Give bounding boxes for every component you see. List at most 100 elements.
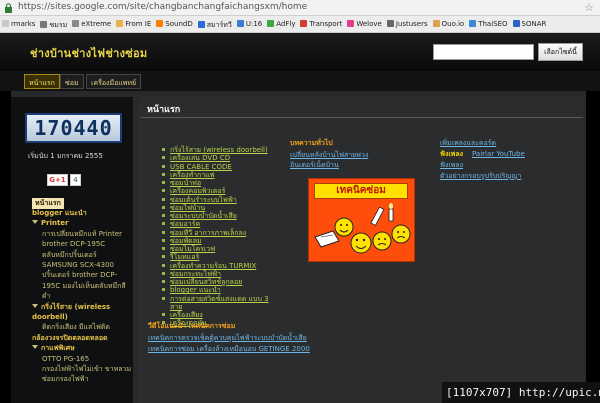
bookmark-item[interactable]: U:16 <box>235 16 265 32</box>
video-link[interactable]: เทคนิคการตรวจเช็คตู้ควบคุมไฟฟ้าระบบบำบัด… <box>148 334 307 342</box>
sidebar-item-label: OTTO PG-165 <box>42 354 90 363</box>
sidebar-item[interactable]: 195C มองไม่เห็นตลับหมึกสี <box>42 282 126 291</box>
bullet-icon <box>162 172 165 176</box>
main-link[interactable]: ซ่อมไฟบ้าน <box>162 204 205 212</box>
bookmark-item[interactable]: eXtreme <box>70 16 114 32</box>
sidebar-item[interactable]: กาแฟพิเศษ <box>32 344 75 353</box>
url-text[interactable]: https://sites.google.com/site/changbanch… <box>18 2 307 12</box>
sidebar-item[interactable]: การเปลี่ยนหมึกแท้ Printer <box>42 230 122 239</box>
sidebar-item[interactable]: ปริ้นเตอร์ brother DCP- <box>42 271 117 280</box>
main-link-label: ซ่อมกระทะไฟฟ้า <box>170 269 222 278</box>
main-link[interactable]: สาย <box>170 303 182 311</box>
sidebar-item[interactable]: doorbell) <box>32 313 68 322</box>
main-link[interactable]: การต่อสายสวิตช์แสงแดด แบบ 3 <box>162 295 269 303</box>
cartoon-faces-icon <box>314 203 411 254</box>
article-link[interactable]: เปลี่ยนหลังบ้านไฟสายพ่วง <box>290 151 368 159</box>
bookmark-item[interactable]: ThaiSEO <box>467 16 510 32</box>
main-link-label: ซ่อมเต้นรำระบบไฟฟ้า <box>170 195 237 204</box>
main-link[interactable]: เครื่องทำความร้อน TURMIX <box>162 262 256 270</box>
music-link[interactable]: เพิ่มเพลงและคอร์ด <box>440 139 496 147</box>
sidebar-item[interactable]: ซ่อมกรองไฟฟ้า <box>42 375 89 384</box>
main-link-label: ซ่อมอาร์ค <box>170 220 201 229</box>
main-link[interactable]: ซ่อมทีวี อาการภาพเล็กลง <box>162 229 246 237</box>
bookmark-item[interactable]: SONAR <box>511 16 550 32</box>
main-link[interactable]: blogger แนะนำ <box>162 286 221 294</box>
bookmark-item[interactable]: rmarks <box>0 16 38 32</box>
bookmark-item[interactable]: SoundD <box>154 16 195 32</box>
address-bar[interactable]: https://sites.google.com/site/changbanch… <box>0 0 600 16</box>
sidebar-item[interactable]: กล้องวงจรปิดตลอดหลอด <box>32 334 108 343</box>
main-link[interactable]: ซ่อมระบบบำบัดน้ำเสีย <box>162 212 237 220</box>
bookmark-favicon-icon <box>267 20 275 27</box>
music-link[interactable]: ฟังเพลง <box>440 161 463 169</box>
main-link[interactable]: ซ่อมไมโครเวฟ <box>162 245 215 253</box>
bookmark-label: สมาร์ทวี <box>206 21 232 29</box>
bullet-icon <box>162 238 165 242</box>
sidebar-item[interactable]: blogger แนะนำ <box>32 209 87 218</box>
bookmark-item[interactable]: Welove <box>345 16 385 32</box>
expand-arrow-icon[interactable] <box>32 220 38 225</box>
main-link[interactable]: USB CABLE CODE <box>162 163 232 171</box>
gplus-button[interactable]: G+1 <box>47 174 68 186</box>
bullet-icon <box>162 214 165 217</box>
bookmark-favicon-icon <box>40 21 48 28</box>
bullet-icon <box>162 197 165 201</box>
sidebar-item-label: กริ่งไร้สาย (wireless <box>41 302 111 311</box>
bookmark-favicon-icon <box>2 20 9 27</box>
main-link-label: ซ่อมพัดลม <box>170 236 202 245</box>
sidebar-item[interactable]: ตลับหมึกปริ้นเตอร์ <box>42 251 97 260</box>
main-link[interactable]: เครื่องคอมพิวเตอร์ <box>162 187 225 195</box>
sidebar-item[interactable]: ติดกริ่งเสียง มีแสไฟติด <box>42 323 110 332</box>
sidebar-item[interactable]: SAMSUNG SCX-4300 <box>42 261 114 270</box>
sidebar-item[interactable]: กริ่งไร้สาย (wireless <box>32 303 110 312</box>
site-search-button[interactable]: เลือกไซต์นี้ <box>538 43 583 61</box>
bookmark-item[interactable]: Transport <box>298 16 345 32</box>
main-link[interactable]: ซ่อมเปลี่ยนสวิทช์ลูกลอย <box>162 278 242 286</box>
bookmark-label: SoundD <box>165 20 193 28</box>
expand-arrow-icon[interactable] <box>32 345 38 350</box>
graduation-frame-link[interactable]: ตัวอย่างกรอบรูปรับปริญญา <box>440 172 521 180</box>
main-link-label: เครื่องทำความร้อน TURMIX <box>170 261 257 270</box>
bookmark-star-icon[interactable]: ☆ <box>584 1 594 14</box>
main-link[interactable]: เครื่องทำกาแฟ <box>162 171 215 179</box>
tab-repair[interactable]: ซ่อม <box>60 74 84 89</box>
main-link[interactable]: เครื่องเสียง <box>162 311 203 319</box>
expand-arrow-icon[interactable] <box>32 303 38 308</box>
bullet-icon <box>162 247 165 250</box>
sidebar-item[interactable]: ดำ <box>42 292 50 301</box>
site-header: ช่างบ้านช่างไฟช่างซ่อม เลือกไซต์นี้ <box>0 33 600 71</box>
youtube-link[interactable]: Pairlar YouTube <box>472 150 525 158</box>
site-title[interactable]: ช่างบ้านช่างไฟช่างซ่อม <box>30 44 147 62</box>
main-link[interactable]: รีโมทแอร์ <box>162 253 199 261</box>
page-title: หน้าแรก <box>147 105 181 115</box>
main-link[interactable]: ซ่อมพัดลม <box>162 237 202 245</box>
video-link[interactable]: เทคนิคการซ่อม เครื่องล้างเหมือนอบ GETING… <box>148 345 310 353</box>
sidebar-item[interactable]: กรองไฟฟ้าไฟไม่เข้า ขาหลวม <box>42 365 131 374</box>
site-search-input[interactable] <box>433 44 534 60</box>
sidebar-item[interactable]: หน้าแรก <box>32 198 64 209</box>
tab-medical-equipment[interactable]: เครื่องมือแพทย์ <box>86 74 142 89</box>
main-link[interactable]: ซ่อมอาร์ค <box>162 220 200 228</box>
main-link[interactable]: กริ่งไร้สาย (wireless doorbell) <box>162 146 268 154</box>
bookmark-item[interactable]: AdFly <box>265 16 298 32</box>
tab-home[interactable]: หน้าแรก <box>24 74 60 89</box>
bookmark-item[interactable]: From IE <box>114 16 154 32</box>
bookmark-label: ThaiSEO <box>478 20 508 28</box>
bookmark-label: Ouo.io <box>441 20 465 28</box>
bookmark-item[interactable]: Ouo.io <box>431 16 468 32</box>
bookmark-label: Welove <box>356 20 382 28</box>
main-link[interactable]: ซ่อมเต้นรำระบบไฟฟ้า <box>162 196 237 204</box>
bookmark-item[interactable]: Justusers <box>385 16 431 32</box>
bookmark-item[interactable]: ชมรม <box>38 16 70 32</box>
main-link[interactable]: ซ่อมกระทะไฟฟ้า <box>162 270 221 278</box>
bookmark-favicon-icon <box>347 20 355 27</box>
main-link-label: ซ่อมน้ำท่อ <box>170 179 202 187</box>
sidebar-item[interactable]: brother DCP-195C <box>42 240 105 249</box>
main-link[interactable]: เครื่องเล่น DVD CD <box>162 154 230 162</box>
article-link[interactable]: อินเตอร์เน็ตบ้าน <box>290 161 339 169</box>
bookmark-label: Transport <box>309 20 343 28</box>
bookmark-item[interactable]: สมาร์ทวี <box>196 16 235 32</box>
sidebar-item[interactable]: OTTO PG-165 <box>42 355 89 364</box>
sidebar-item[interactable]: Printer <box>32 219 69 228</box>
main-link[interactable]: ซ่อมน้ำท่อ <box>162 179 201 187</box>
